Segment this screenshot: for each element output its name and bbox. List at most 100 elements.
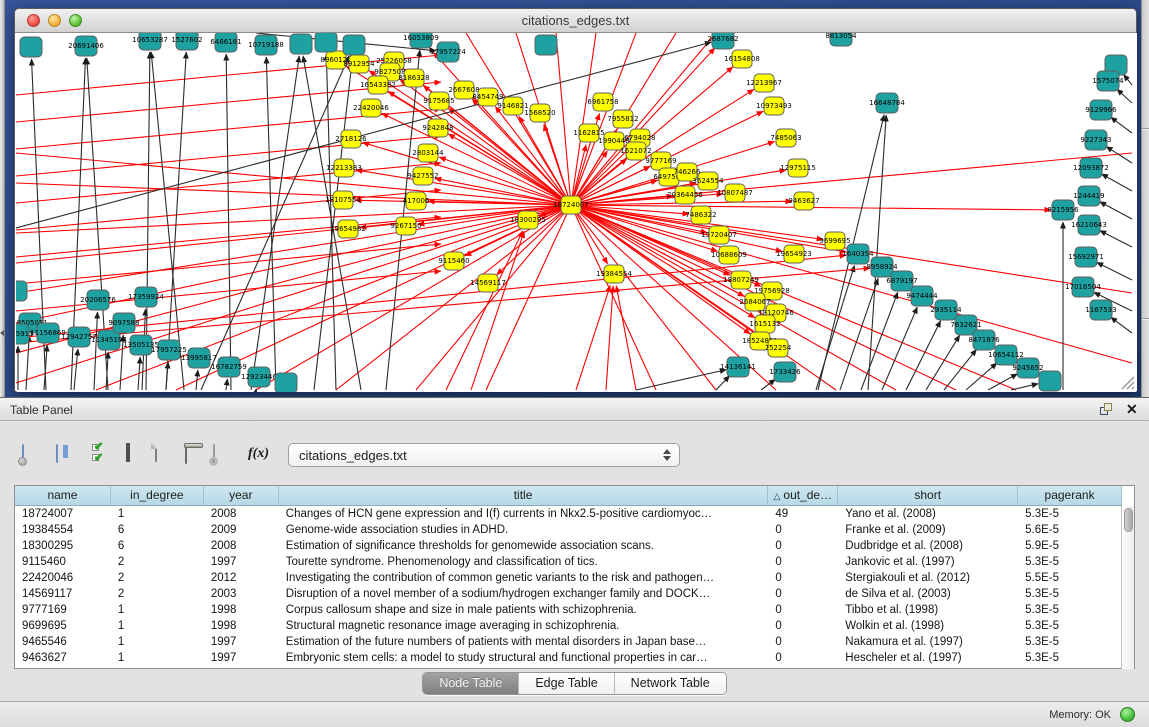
memory-status-indicator[interactable] bbox=[1120, 707, 1135, 722]
table-row[interactable]: 1456911722003Disruption of a novel membe… bbox=[15, 586, 1122, 602]
graph-edge[interactable] bbox=[166, 52, 186, 390]
table-cell: 5.3E-5 bbox=[1018, 554, 1122, 570]
graph-node[interactable] bbox=[290, 34, 312, 54]
table-row[interactable]: 911546021997Tourette syndrome. Phenomeno… bbox=[15, 554, 1122, 570]
graph-node[interactable] bbox=[16, 281, 27, 301]
graph-edge[interactable] bbox=[761, 379, 775, 390]
graph-edge[interactable] bbox=[1100, 230, 1132, 247]
column-header-title[interactable]: title bbox=[279, 486, 769, 506]
column-header-name[interactable]: name bbox=[15, 486, 111, 506]
graph-edge[interactable] bbox=[636, 370, 726, 390]
table-row[interactable]: 1872400712008Changes of HCN gene express… bbox=[15, 506, 1122, 522]
table-vertical-scrollbar[interactable] bbox=[1121, 506, 1134, 669]
graph-edge[interactable] bbox=[1097, 262, 1132, 280]
graph-edge[interactable] bbox=[226, 379, 227, 390]
tab-edge-table[interactable]: Edge Table bbox=[519, 673, 614, 694]
graph-node[interactable] bbox=[315, 33, 337, 52]
column-header-out_de[interactable]: △out_de… bbox=[768, 486, 838, 506]
graph-edge[interactable] bbox=[616, 286, 636, 390]
graph-ray[interactable] bbox=[16, 183, 571, 205]
table-row[interactable]: 946362711997Embryonic stem cells: a mode… bbox=[15, 650, 1122, 666]
graph-edge[interactable] bbox=[448, 134, 571, 205]
table-row[interactable]: 2242004622012Investigating the contribut… bbox=[15, 570, 1122, 586]
table-cell: 5.9E-5 bbox=[1018, 538, 1122, 554]
delete-table-icon[interactable] bbox=[185, 446, 187, 464]
table-row[interactable]: 1830029562008Estimation of significance … bbox=[15, 538, 1122, 554]
graph-node-label: 17016504 bbox=[1065, 283, 1101, 291]
graph-node-label: 14136141 bbox=[720, 363, 756, 371]
table-row[interactable]: 969969511998Structural magnetic resonanc… bbox=[15, 618, 1122, 634]
graph-edge[interactable] bbox=[861, 292, 898, 390]
show-columns-icon[interactable] bbox=[56, 445, 58, 463]
column-header-year[interactable]: year bbox=[204, 486, 279, 506]
graph-edge[interactable] bbox=[16, 136, 441, 176]
table-row[interactable]: 1938455462009Genome-wide association stu… bbox=[15, 522, 1122, 538]
graph-edge[interactable] bbox=[1100, 202, 1132, 219]
table-settings-icon[interactable] bbox=[22, 445, 24, 463]
column-header-in_degree[interactable]: in_degree bbox=[111, 486, 204, 506]
graph-node-label: 8958924 bbox=[866, 263, 898, 271]
graph-edge[interactable] bbox=[576, 285, 610, 390]
network-window-titlebar[interactable]: citations_edges.txt bbox=[15, 9, 1136, 33]
graph-node[interactable] bbox=[20, 37, 42, 57]
table-row[interactable]: 946554611997Estimation of the future num… bbox=[15, 634, 1122, 650]
control-panel-splitter[interactable] bbox=[0, 0, 5, 397]
graph-edge[interactable] bbox=[988, 374, 1017, 390]
graph-edge[interactable] bbox=[606, 286, 613, 390]
new-document-icon[interactable] bbox=[155, 444, 157, 462]
graph-node-label: 10653287 bbox=[132, 36, 168, 44]
graph-node-label: 16210643 bbox=[1071, 221, 1107, 229]
graph-node[interactable] bbox=[1039, 371, 1061, 391]
tab-node-table[interactable]: Node Table bbox=[423, 673, 519, 694]
graph-node[interactable] bbox=[535, 35, 557, 55]
tab-network-table[interactable]: Network Table bbox=[615, 673, 726, 694]
scrollbar-thumb[interactable] bbox=[1124, 508, 1133, 532]
graph-ray[interactable] bbox=[556, 33, 571, 205]
graph-edge[interactable] bbox=[471, 231, 524, 390]
graph-edge[interactable] bbox=[926, 335, 960, 390]
graph-node[interactable] bbox=[275, 373, 297, 392]
graph-node-label: 18807249 bbox=[723, 276, 759, 284]
graph-edge[interactable] bbox=[74, 349, 78, 390]
graph-ray[interactable] bbox=[16, 153, 571, 205]
close-panel-icon[interactable]: ✕ bbox=[1126, 401, 1138, 418]
resize-grip[interactable] bbox=[1122, 377, 1134, 389]
graph-edge[interactable] bbox=[944, 349, 977, 390]
graph-node-label: 7955812 bbox=[607, 115, 638, 123]
column-header-short[interactable]: short bbox=[838, 486, 1018, 506]
graph-node-label: 1575074 bbox=[1092, 77, 1124, 85]
table-selector-dropdown[interactable]: citations_edges.txt bbox=[288, 443, 680, 467]
window-title: citations_edges.txt bbox=[15, 13, 1136, 28]
graph-node[interactable] bbox=[343, 35, 365, 55]
table-cell: 9115460 bbox=[15, 554, 111, 570]
graph-node-label: 7486322 bbox=[685, 211, 716, 219]
network-canvas[interactable]: 1872400718300295896012889129542522605898… bbox=[16, 33, 1137, 392]
graph-node-label: 20364456 bbox=[667, 191, 703, 199]
row-height-icon[interactable] bbox=[126, 444, 130, 462]
graph-edge[interactable] bbox=[1011, 384, 1038, 390]
graph-edge[interactable] bbox=[716, 376, 730, 390]
float-window-icon[interactable] bbox=[1100, 403, 1114, 417]
graph-edge[interactable] bbox=[16, 271, 441, 311]
graph-edge[interactable] bbox=[1123, 74, 1132, 85]
graph-edge[interactable] bbox=[1117, 89, 1132, 103]
function-icon[interactable]: f(x) bbox=[248, 446, 269, 462]
network-window[interactable]: citations_edges.txt 18724007183002958960… bbox=[14, 8, 1137, 392]
column-header-pagerank[interactable]: pagerank bbox=[1018, 486, 1122, 506]
graph-edge[interactable] bbox=[448, 108, 571, 205]
table-row[interactable]: 977716911998Corpus callosum shape and si… bbox=[15, 602, 1122, 618]
graph-edge[interactable] bbox=[1111, 317, 1132, 333]
graph-edge[interactable] bbox=[151, 52, 184, 390]
graph-edge[interactable] bbox=[966, 363, 997, 390]
graph-edge[interactable] bbox=[465, 205, 571, 256]
graph-edge[interactable] bbox=[1111, 117, 1132, 133]
table-cell: 5.3E-5 bbox=[1018, 602, 1122, 618]
table-cell: Wolkin et al. (1998) bbox=[838, 618, 1018, 634]
graph-edge[interactable] bbox=[1101, 174, 1132, 191]
table-cell: Nakamura et al. (1997) bbox=[838, 634, 1018, 650]
graph-node-label: 10719188 bbox=[248, 41, 284, 49]
graph-ray[interactable] bbox=[16, 205, 571, 233]
results-panel-splitter[interactable] bbox=[1141, 0, 1149, 397]
graph-edge[interactable] bbox=[94, 312, 97, 390]
graph-edge[interactable] bbox=[816, 265, 854, 390]
